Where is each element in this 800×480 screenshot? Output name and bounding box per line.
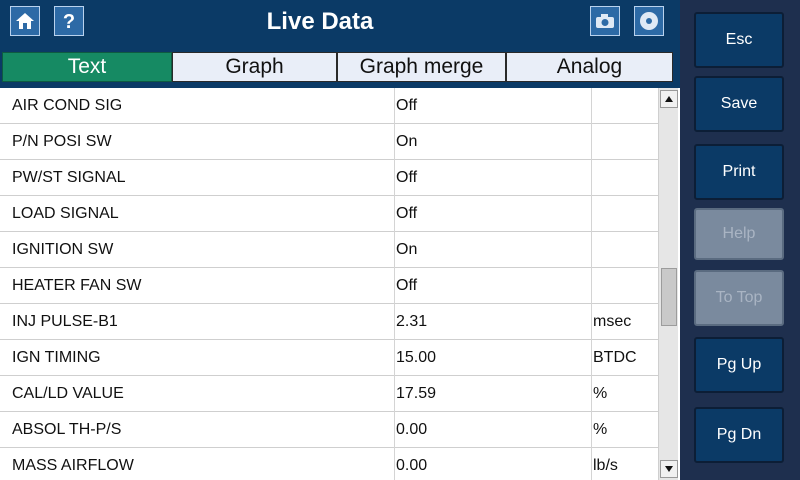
table-row[interactable]: INJ PULSE-B1 2.31 msec: [0, 304, 658, 340]
table-row[interactable]: IGN TIMING 15.00 BTDC: [0, 340, 658, 376]
table-row[interactable]: P/N POSI SW On: [0, 124, 658, 160]
parameter-unit: %: [593, 385, 608, 402]
camera-button[interactable]: [590, 6, 620, 36]
table-row[interactable]: IGNITION SW On: [0, 232, 658, 268]
parameter-name: LOAD SIGNAL: [12, 205, 119, 222]
arrow-down-icon: [665, 466, 673, 472]
column-divider: [394, 88, 395, 480]
tab-text[interactable]: Text: [2, 52, 172, 82]
sidebar: Esc Save Print Help To Top Pg Up Pg Dn: [680, 0, 800, 480]
header-bar: ? Live Data: [0, 0, 680, 46]
table-row[interactable]: CAL/LD VALUE 17.59 %: [0, 376, 658, 412]
parameter-value: 2.31: [396, 313, 428, 330]
to-top-button[interactable]: To Top: [694, 270, 784, 326]
home-icon: [16, 13, 34, 29]
parameter-value: Off: [396, 169, 418, 186]
parameter-name: CAL/LD VALUE: [12, 385, 124, 402]
parameter-name: MASS AIRFLOW: [12, 457, 134, 474]
scroll-down-button[interactable]: [660, 460, 678, 478]
parameter-unit: BTDC: [593, 349, 637, 366]
scrollbar-thumb[interactable]: [661, 268, 677, 326]
save-button[interactable]: Save: [694, 76, 784, 132]
tab-graph[interactable]: Graph: [172, 52, 337, 82]
page-down-button[interactable]: Pg Dn: [694, 407, 784, 463]
tab-graph-merge[interactable]: Graph merge: [337, 52, 506, 82]
home-button[interactable]: [10, 6, 40, 36]
parameter-unit: %: [593, 421, 608, 438]
page-title: Live Data: [266, 8, 374, 35]
table-row[interactable]: HEATER FAN SW Off: [0, 268, 658, 304]
table-row[interactable]: ABSOL TH-P/S 0.00 %: [0, 412, 658, 448]
live-data-table: AIR COND SIG Off P/N POSI SW On PW/ST SI…: [0, 88, 658, 480]
parameter-value: 17.59: [396, 385, 437, 402]
parameter-name: IGN TIMING: [12, 349, 101, 366]
column-divider: [591, 88, 592, 480]
table-row[interactable]: LOAD SIGNAL Off: [0, 196, 658, 232]
parameter-value: On: [396, 133, 418, 150]
parameter-name: ABSOL TH-P/S: [12, 421, 122, 438]
parameter-value: On: [396, 241, 418, 258]
parameter-unit: msec: [593, 313, 632, 330]
disc-icon: [640, 12, 658, 30]
parameter-name: HEATER FAN SW: [12, 277, 142, 294]
parameter-value: Off: [396, 97, 418, 114]
parameter-name: IGNITION SW: [12, 241, 114, 258]
help-button[interactable]: ?: [54, 6, 84, 36]
parameter-name: PW/ST SIGNAL: [12, 169, 126, 186]
parameter-name: INJ PULSE-B1: [12, 313, 118, 330]
scrollbar[interactable]: [658, 88, 678, 480]
print-button[interactable]: Print: [694, 144, 784, 200]
page-up-button[interactable]: Pg Up: [694, 337, 784, 393]
table-row[interactable]: PW/ST SIGNAL Off: [0, 160, 658, 196]
parameter-value: Off: [396, 205, 418, 222]
tab-bar: Text Graph Graph merge Analog: [0, 46, 680, 88]
parameter-name: AIR COND SIG: [12, 97, 123, 114]
parameter-value: 15.00: [396, 349, 437, 366]
parameter-unit: lb/s: [593, 457, 618, 474]
parameter-name: P/N POSI SW: [12, 133, 112, 150]
disc-button[interactable]: [634, 6, 664, 36]
help-icon: ?: [63, 11, 75, 32]
svg-text:?: ?: [63, 11, 75, 32]
camera-icon: [596, 14, 614, 28]
tab-analog[interactable]: Analog: [506, 52, 673, 82]
scroll-up-button[interactable]: [660, 90, 678, 108]
parameter-value: Off: [396, 277, 418, 294]
parameter-value: 0.00: [396, 457, 428, 474]
table-row[interactable]: AIR COND SIG Off: [0, 88, 658, 124]
arrow-up-icon: [665, 96, 673, 102]
table-row[interactable]: MASS AIRFLOW 0.00 lb/s: [0, 448, 658, 480]
help-sidebar-button[interactable]: Help: [694, 208, 784, 260]
parameter-value: 0.00: [396, 421, 428, 438]
esc-button[interactable]: Esc: [694, 12, 784, 68]
